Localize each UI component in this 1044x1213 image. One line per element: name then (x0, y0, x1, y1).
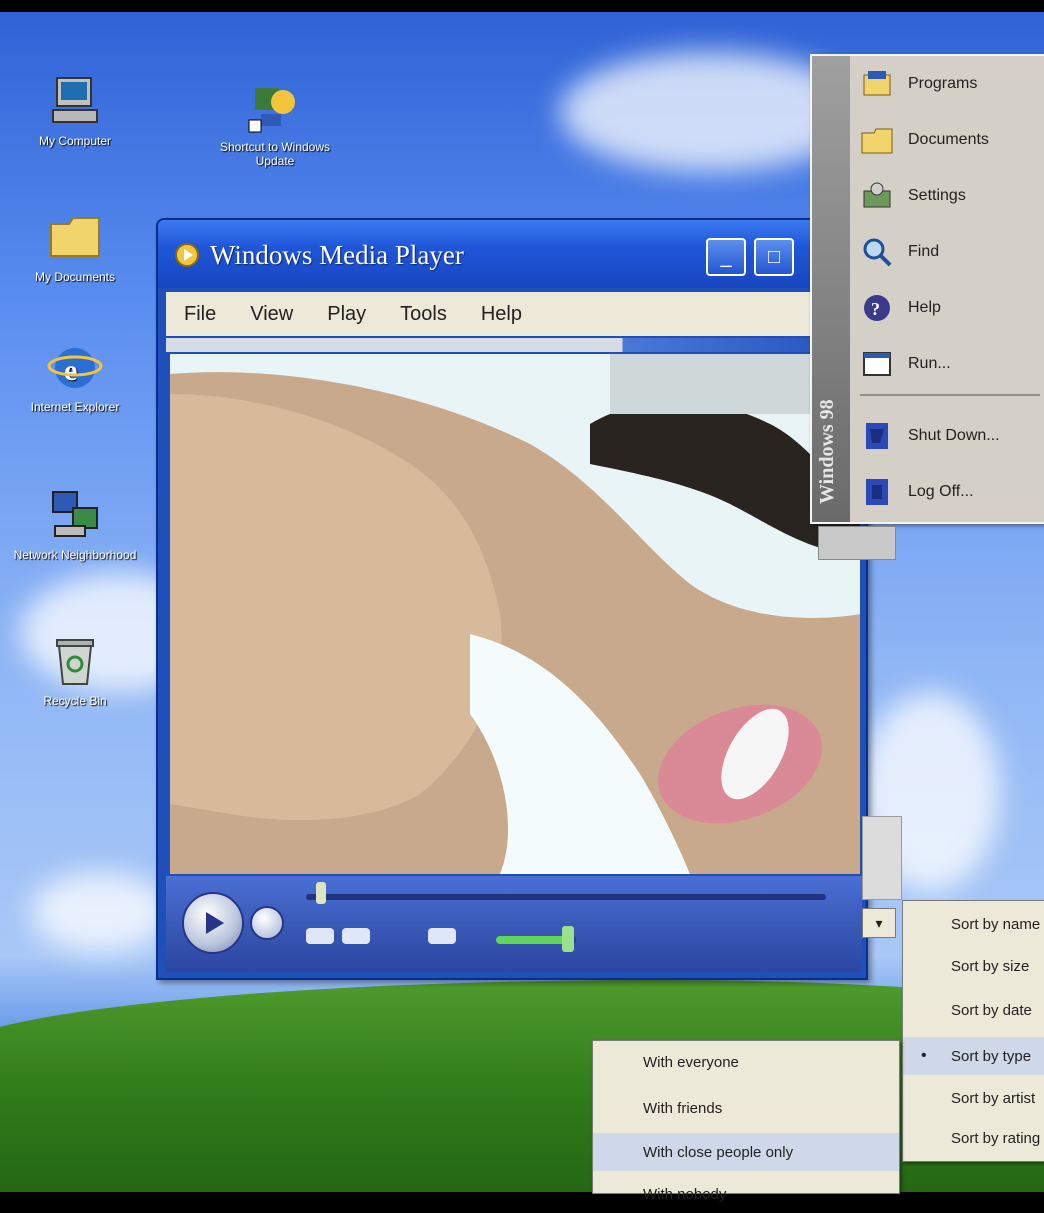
context-menu-item-label: With close people only (643, 1143, 794, 1161)
settings-icon (863, 182, 891, 208)
network-icon (52, 491, 98, 537)
desktop-icon-internet-explorer[interactable]: e Internet Explorer (10, 338, 140, 414)
context-menu-item[interactable]: Sort by name (903, 905, 1044, 943)
documents-icon (861, 128, 893, 154)
dropdown-arrow-button[interactable]: ▾ (862, 908, 896, 938)
video-area[interactable] (170, 354, 860, 874)
status-strip (166, 338, 818, 352)
media-player-icon (175, 243, 199, 267)
desktop-icon-label: My Computer (38, 134, 112, 148)
start-menu-item-label: Run... (908, 355, 951, 372)
video-frame (170, 354, 860, 874)
find-icon (863, 238, 892, 267)
programs-icon (863, 71, 891, 96)
desktop-icon-label: Network Neighborhood (13, 548, 137, 562)
title-bar[interactable]: Windows Media Player _ □ (158, 220, 866, 288)
logoff-icon (866, 479, 888, 505)
previous-button[interactable] (306, 928, 334, 944)
start-menu-item-label: Help (908, 299, 941, 316)
recycle-bin-icon (56, 639, 94, 685)
checkmark-icon: • (921, 1047, 927, 1064)
start-menu-item-log-off[interactable]: Log Off... (860, 470, 1044, 514)
context-menu-item[interactable]: Sort by rating (903, 1119, 1044, 1157)
desktop-icon-network[interactable]: Network Neighborhood (10, 486, 140, 562)
context-menu-item[interactable]: Sort by size (903, 947, 1044, 985)
context-menu-item-label: With friends (643, 1099, 723, 1117)
start-menu-item-settings[interactable]: Settings (860, 174, 1044, 218)
maximize-button[interactable]: □ (754, 238, 794, 276)
hidden-control[interactable] (818, 526, 896, 560)
context-menu-item-checked[interactable]: • Sort by type (903, 1037, 1044, 1075)
start-menu-item-label: Shut Down... (908, 427, 1000, 444)
start-menu-item-programs[interactable]: Programs (860, 62, 1044, 106)
context-menu-item-highlighted[interactable]: With close people only (593, 1133, 899, 1171)
context-menu-item-label: With everyone (643, 1053, 739, 1071)
context-menu-item[interactable]: With friends (593, 1089, 899, 1127)
next-button[interactable] (342, 928, 370, 944)
start-menu-item-documents[interactable]: Documents (860, 118, 1044, 162)
play-button[interactable] (182, 892, 244, 954)
start-menu-item-shut-down[interactable]: Shut Down... (860, 414, 1044, 458)
menu-file[interactable]: File (178, 301, 222, 328)
volume-slider-thumb[interactable] (562, 926, 574, 952)
desktop-icon-label: Internet Explorer (30, 400, 120, 414)
share-context-menu: With everyone With friends With close pe… (592, 1040, 900, 1203)
start-menu-item-label: Log Off... (908, 483, 974, 500)
seek-thumb[interactable] (316, 882, 326, 904)
menu-tools[interactable]: Tools (394, 301, 453, 328)
mute-button[interactable] (428, 928, 456, 944)
start-menu-item-label: Find (908, 243, 940, 260)
svg-text:?: ? (871, 299, 880, 319)
media-player-window: Windows Media Player _ □ File View Play … (156, 218, 868, 980)
menu-bar: File View Play Tools Help (166, 292, 818, 336)
context-menu-item-label: Sort by name (951, 915, 1041, 933)
context-menu-item-label: Sort by type (951, 1047, 1032, 1065)
start-menu-item-label: Programs (908, 75, 978, 92)
start-menu-band: Windows 98 (812, 56, 850, 522)
start-menu-item-find[interactable]: Find (860, 230, 1044, 274)
desktop-icon-label: Recycle Bin (43, 694, 107, 708)
panel-fragment (862, 816, 902, 900)
menu-play[interactable]: Play (321, 301, 372, 328)
desktop-icon-label: My Documents (34, 270, 116, 284)
start-menu-band-text: Windows 98 (816, 399, 838, 504)
start-menu-separator (860, 394, 1040, 396)
start-menu-item-help[interactable]: ? Help (860, 286, 1044, 330)
internet-explorer-icon: e (47, 348, 103, 388)
update-shortcut-icon (248, 88, 295, 133)
desktop-icon-my-documents[interactable]: My Documents (10, 208, 140, 284)
folder-icon (50, 217, 100, 257)
run-icon (863, 352, 891, 376)
desktop-icon-windows-update[interactable]: Shortcut to Windows Update (210, 78, 340, 168)
context-menu-item[interactable]: Sort by artist (903, 1079, 1044, 1117)
context-menu-item-label: With nobody (643, 1185, 727, 1203)
context-menu-item-label: Sort by date (951, 1001, 1032, 1019)
help-icon: ? (864, 295, 890, 321)
context-menu-item[interactable]: With everyone (593, 1043, 899, 1081)
context-menu-item[interactable]: Sort by date (903, 991, 1044, 1029)
context-menu-item[interactable]: With nobody (593, 1175, 899, 1213)
stop-button[interactable] (250, 906, 284, 940)
cloud (30, 872, 170, 952)
computer-icon (52, 77, 98, 123)
start-menu: Windows 98 Programs Documents Settings F… (810, 54, 1044, 524)
volume-slider-fill (496, 936, 566, 944)
context-menu-item-label: Sort by rating (951, 1129, 1041, 1147)
menu-help[interactable]: Help (475, 301, 528, 328)
desktop-icon-recycle-bin[interactable]: Recycle Bin (10, 632, 140, 708)
menu-view[interactable]: View (244, 301, 299, 328)
window-title: Windows Media Player (210, 240, 464, 270)
shutdown-icon (866, 423, 888, 449)
start-menu-item-run[interactable]: Run... (860, 342, 1044, 386)
context-menu-item-label: Sort by artist (951, 1089, 1036, 1107)
sort-context-menu: Sort by name Sort by size Sort by date •… (902, 900, 1044, 1162)
seek-bar[interactable] (306, 894, 826, 900)
desktop-icon-label: Shortcut to Windows Update (219, 140, 331, 168)
context-menu-item-label: Sort by size (951, 957, 1030, 975)
desktop-icon-my-computer[interactable]: My Computer (10, 72, 140, 148)
transport-controls (166, 876, 862, 972)
start-menu-item-label: Settings (908, 187, 966, 204)
start-menu-item-label: Documents (908, 131, 989, 148)
minimize-button[interactable]: _ (706, 238, 746, 276)
